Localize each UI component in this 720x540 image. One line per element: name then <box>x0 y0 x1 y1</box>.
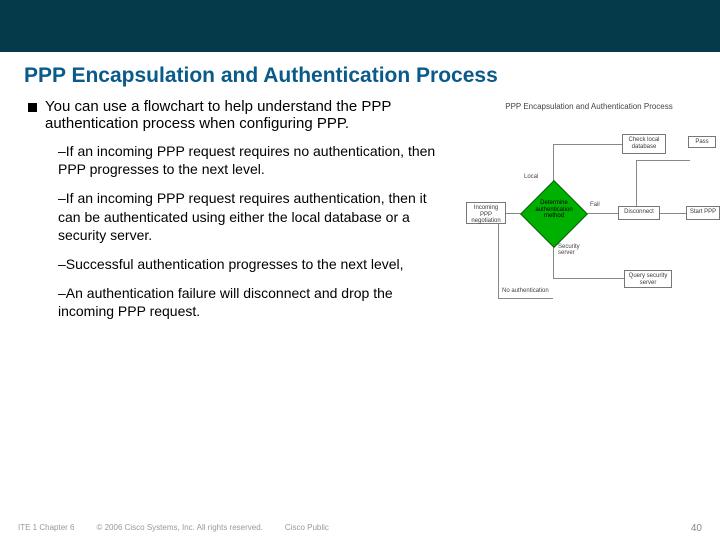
footer: ITE 1 Chapter 6 © 2006 Cisco Systems, In… <box>0 523 720 534</box>
flow-line <box>498 224 499 298</box>
label-noauth: No authentication <box>502 288 549 294</box>
footer-chapter: ITE 1 Chapter 6 <box>18 523 74 534</box>
footer-public: Cisco Public <box>285 523 329 534</box>
flow-line <box>553 278 625 279</box>
main-bullet-text: You can use a flowchart to help understa… <box>45 98 448 132</box>
sub-bullet: –If an incoming PPP request requires aut… <box>58 189 458 244</box>
node-query-security: Query security server <box>624 270 672 288</box>
label-local: Local <box>524 174 538 180</box>
flow-line <box>636 160 690 161</box>
main-bullet: You can use a flowchart to help understa… <box>28 98 458 132</box>
flowchart-diagram: PPP Encapsulation and Authentication Pro… <box>458 98 720 418</box>
diagram-title: PPP Encapsulation and Authentication Pro… <box>458 98 720 117</box>
node-pass: Pass <box>688 136 716 148</box>
sub-bullets: –If an incoming PPP request requires no … <box>28 142 458 321</box>
label-security: Security server <box>558 244 592 256</box>
node-disconnect: Disconnect <box>618 206 660 220</box>
node-start-ppp: Start PPP <box>686 206 720 220</box>
text-column: You can use a flowchart to help understa… <box>28 98 458 418</box>
flow-line <box>553 144 623 145</box>
page-number: 40 <box>691 523 702 534</box>
sub-bullet: –An authentication failure will disconne… <box>58 284 458 320</box>
content-area: You can use a flowchart to help understa… <box>0 98 720 418</box>
node-determine-text: Determine authentication method <box>526 200 582 220</box>
bullet-square-icon <box>28 103 37 112</box>
label-fail: Fail <box>590 202 600 208</box>
sub-bullet: –If an incoming PPP request requires no … <box>58 142 458 178</box>
header-bar <box>0 0 720 52</box>
flow-line <box>553 144 554 160</box>
node-incoming: Incoming PPP negotiation <box>466 202 506 224</box>
flow-line <box>498 298 553 299</box>
page-title: PPP Encapsulation and Authentication Pro… <box>0 52 720 98</box>
sub-bullet: –Successful authentication progresses to… <box>58 255 458 273</box>
node-check-local: Check local database <box>622 134 666 154</box>
flow-line <box>658 213 688 214</box>
footer-copyright: © 2006 Cisco Systems, Inc. All rights re… <box>96 523 262 534</box>
